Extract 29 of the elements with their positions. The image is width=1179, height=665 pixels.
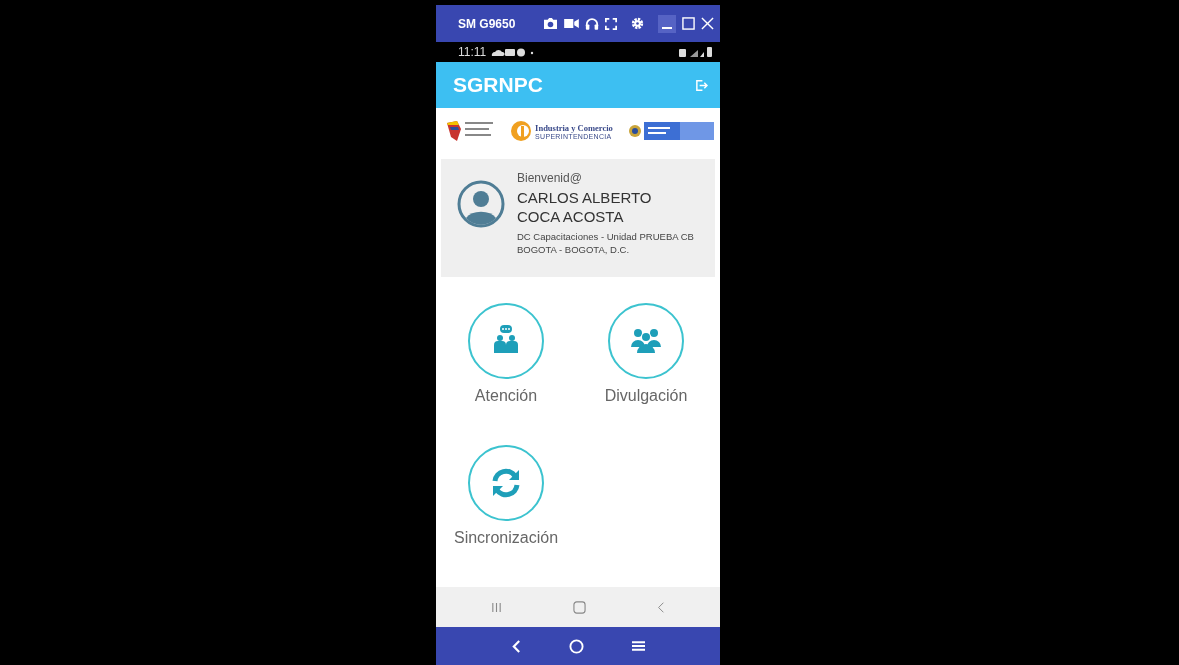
menu-icon[interactable] [631, 640, 645, 652]
menu-option-circle[interactable] [608, 303, 684, 379]
superintendence-logo-icon [510, 120, 533, 142]
minimize-icon[interactable] [658, 14, 676, 33]
maximize-icon[interactable] [682, 17, 695, 30]
fullscreen-icon[interactable] [605, 17, 617, 30]
recent-apps-icon[interactable] [491, 601, 503, 613]
avatar-icon [457, 180, 505, 228]
close-icon[interactable] [701, 17, 714, 30]
organization-name: Industria y Comercio [535, 122, 613, 133]
menu-option[interactable]: Divulgación [576, 303, 716, 445]
notification-icons-drawing [491, 47, 536, 57]
menu-option[interactable]: Sincronización [436, 445, 576, 587]
status-time: 11:11 [458, 45, 487, 59]
system-status-icons-drawing [678, 46, 712, 58]
menu-option[interactable]: Atención [436, 303, 576, 445]
welcome-text: Bienvenid@ [517, 171, 583, 185]
headphones-icon[interactable] [585, 17, 599, 30]
user-name: CARLOS ALBERTO COCA ACOSTA [517, 188, 653, 226]
camera-icon[interactable] [543, 17, 558, 30]
menu-option-circle[interactable] [468, 445, 544, 521]
app-title: SGRNPC [453, 73, 543, 97]
menu-option-circle[interactable] [468, 303, 544, 379]
user-location: BOGOTA - BOGOTA, D.C. [517, 243, 631, 256]
consumer-network-logo-drawing [445, 119, 495, 143]
window-title: SM G9650 [458, 16, 516, 31]
video-camera-icon[interactable] [564, 18, 579, 29]
user-unit: DC Capacitaciones - Unidad PRUEBA CB [517, 230, 695, 243]
settings-icon[interactable] [631, 17, 644, 30]
